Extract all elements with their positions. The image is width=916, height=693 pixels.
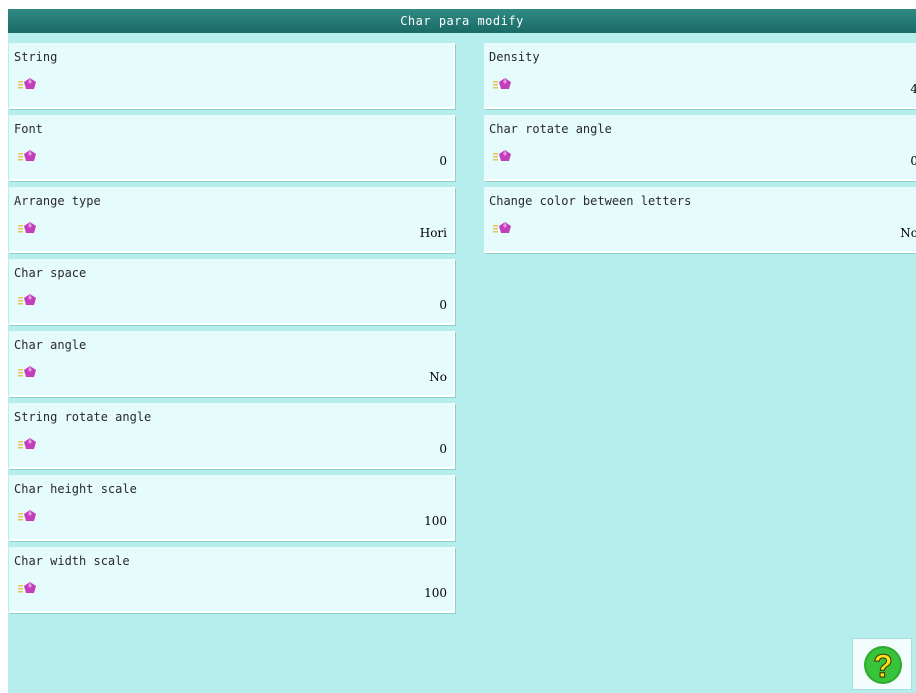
param-value: 4 (910, 82, 916, 96)
pink-gem-icon (493, 222, 511, 233)
param-label: Char width scale (14, 554, 130, 568)
question-mark-icon: ? (864, 646, 902, 685)
param-value: 0 (439, 298, 447, 312)
pink-gem-icon (493, 78, 511, 89)
param-label: Font (14, 122, 43, 136)
pink-gem-icon (18, 294, 36, 305)
svg-text:?: ? (873, 648, 893, 684)
param-char-angle[interactable]: Char angle No (9, 331, 455, 397)
param-char-width-scale[interactable]: Char width scale 100 (9, 547, 455, 613)
param-font[interactable]: Font 0 (9, 115, 455, 181)
param-label: Density (489, 50, 540, 64)
param-value: 0 (439, 442, 447, 456)
window-frame-left (0, 0, 8, 693)
param-value: 0 (439, 154, 447, 168)
param-string[interactable]: String (9, 43, 455, 109)
param-label: Arrange type (14, 194, 101, 208)
param-label: String rotate angle (14, 410, 152, 424)
param-string-rotate-angle[interactable]: String rotate angle 0 (9, 403, 455, 469)
pink-gem-icon (18, 150, 36, 161)
pink-gem-icon (493, 150, 511, 161)
param-char-height-scale[interactable]: Char height scale 100 (9, 475, 455, 541)
param-label: Char height scale (14, 482, 137, 496)
param-label: Change color between letters (489, 194, 692, 208)
param-value: 100 (424, 514, 447, 528)
param-label: Char space (14, 266, 87, 280)
param-value: 100 (424, 586, 447, 600)
param-density[interactable]: Density 4 (484, 43, 916, 109)
param-value: 0 (910, 154, 916, 168)
pink-gem-icon (18, 582, 36, 593)
param-char-space[interactable]: Char space 0 (9, 259, 455, 325)
param-value: No (429, 370, 447, 384)
param-value: No (900, 226, 916, 240)
pink-gem-icon (18, 438, 36, 449)
pink-gem-icon (18, 510, 36, 521)
pink-gem-icon (18, 78, 36, 89)
window-title: Char para modify (8, 9, 916, 33)
param-change-color-between-letters[interactable]: Change color between letters No (484, 187, 916, 253)
param-label: String (14, 50, 58, 64)
param-value: Hori (419, 226, 447, 240)
window-frame-top (0, 0, 916, 9)
pink-gem-icon (18, 222, 36, 233)
param-arrange-type[interactable]: Arrange type Hori (9, 187, 455, 253)
param-label: Char rotate angle (489, 122, 612, 136)
help-button[interactable]: ? (852, 638, 912, 690)
pink-gem-icon (18, 366, 36, 377)
param-label: Char angle (14, 338, 87, 352)
param-char-rotate-angle[interactable]: Char rotate angle 0 (484, 115, 916, 181)
